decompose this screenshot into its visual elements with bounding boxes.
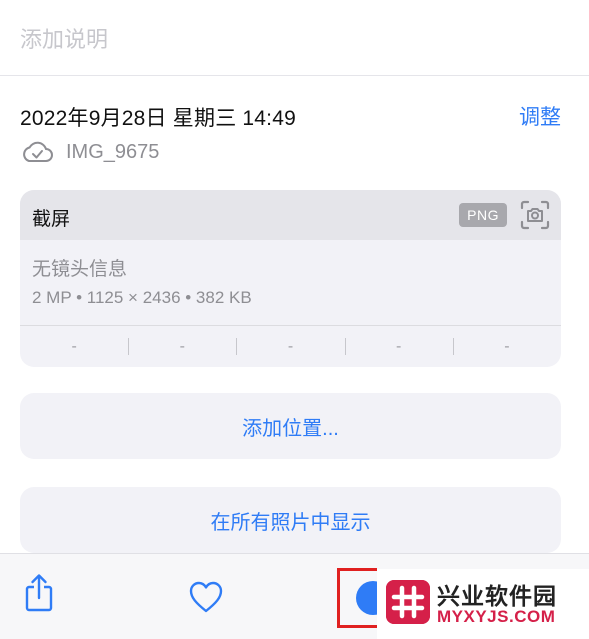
screenshot-camera-icon: [520, 200, 550, 230]
metadata-card: 截屏 PNG 无镜头信息 2 MP • 1125 × 2436 • 382 KB…: [20, 190, 561, 367]
lens-info: 无镜头信息: [32, 259, 128, 280]
adjust-date-button[interactable]: 调整: [519, 101, 561, 131]
exif-iso: -: [71, 337, 77, 355]
photo-date: 2022年9月28日 星期三 14:49: [20, 107, 296, 130]
caption-area[interactable]: 添加说明: [0, 0, 589, 76]
filename: IMG_9675: [66, 140, 160, 163]
filename-row: IMG_9675: [20, 139, 159, 165]
image-dimensions: 2 MP • 1125 × 2436 • 382 KB: [32, 288, 252, 307]
exif-aperture: -: [344, 326, 453, 367]
format-badge: PNG: [459, 203, 507, 227]
heart-icon[interactable]: [188, 580, 224, 614]
exif-shutter: -: [452, 326, 561, 367]
share-icon[interactable]: [22, 572, 56, 614]
metadata-header: 截屏 PNG: [20, 190, 561, 240]
photo-info-panel: 2022年9月28日 星期三 14:49 调整 IMG_9675 截屏 PNG …: [0, 77, 589, 553]
show-in-all-photos-button[interactable]: 在所有照片中显示: [20, 487, 561, 553]
cloud-check-icon: [23, 141, 53, 162]
watermark-title: 兴业软件园: [437, 583, 557, 609]
hash-logo-icon: [386, 580, 430, 624]
watermark-url: MYXYJS.COM: [437, 607, 556, 626]
watermark: 兴业软件园 MYXYJS.COM: [377, 569, 589, 639]
exif-focal-length: -: [128, 326, 236, 367]
exif-row: - - - - -: [20, 326, 561, 367]
add-location-button[interactable]: 添加位置...: [20, 393, 561, 459]
metadata-title: 截屏: [32, 209, 71, 230]
exif-exposure: -: [236, 326, 344, 367]
caption-input[interactable]: 添加说明: [20, 22, 108, 54]
